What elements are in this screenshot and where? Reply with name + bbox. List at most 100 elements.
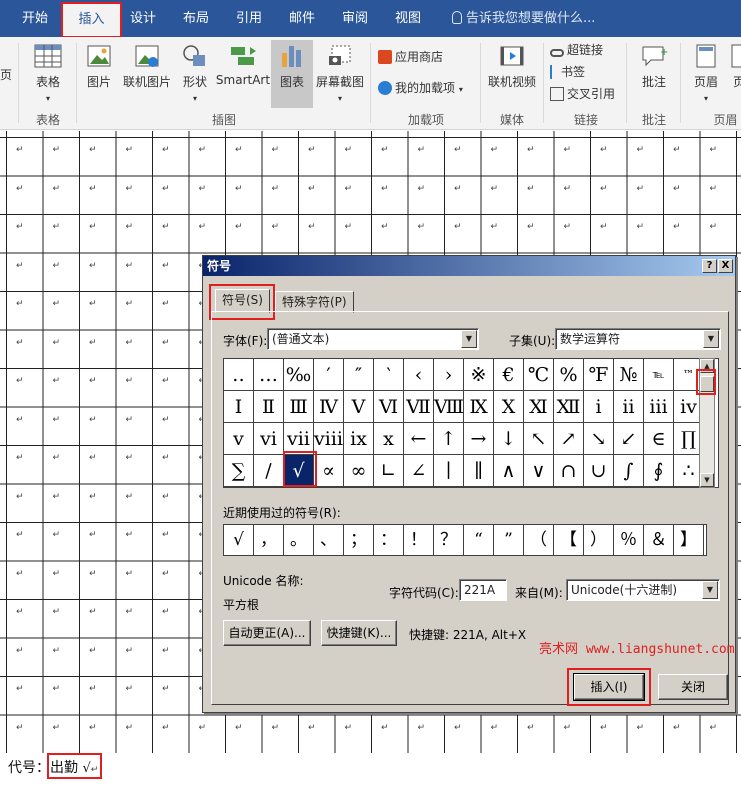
symbol-cell[interactable]: Ⅹ <box>494 391 524 423</box>
recent-symbol-cell[interactable]: “ <box>464 525 494 555</box>
from-select[interactable]: Unicode(十六进制) ▼ <box>566 579 720 601</box>
symbol-cell[interactable]: ∠ <box>404 455 434 487</box>
symbol-cell[interactable]: ⅱ <box>614 391 644 423</box>
symbol-cell[interactable]: › <box>434 359 464 391</box>
picture-button[interactable]: 图片 <box>82 43 116 90</box>
symbol-cell[interactable]: Ⅵ <box>374 391 404 423</box>
screenshot-button[interactable]: 屏幕截图 ▾ <box>314 43 366 104</box>
symbol-cell[interactable]: ∫ <box>614 455 644 487</box>
recent-symbol-cell[interactable]: ！ <box>404 525 434 555</box>
tab-view[interactable]: 视图 <box>384 0 432 37</box>
symbol-cell[interactable]: ⅰ <box>584 391 614 423</box>
shapes-button[interactable]: 形状 ▾ <box>178 43 212 104</box>
hyperlink-button[interactable]: 超链接 <box>550 40 603 60</box>
recent-symbol-cell[interactable]: ？ <box>434 525 464 555</box>
symbol-cell[interactable]: ↙ <box>614 423 644 455</box>
tab-review[interactable]: 审阅 <box>331 0 379 37</box>
table-button[interactable]: 表格 ▾ <box>28 43 68 104</box>
symbol-cell[interactable]: Ⅰ <box>224 391 254 423</box>
symbol-cell[interactable]: ‹ <box>404 359 434 391</box>
chevron-down-icon[interactable]: ▼ <box>461 330 477 348</box>
symbol-cell[interactable]: ↗ <box>554 423 584 455</box>
footer-button[interactable]: 页 <box>729 43 741 90</box>
tab-special-characters[interactable]: 特殊字符(P) <box>275 291 354 313</box>
symbol-cell[interactable]: ↑ <box>434 423 464 455</box>
symbol-cell[interactable]: ∣ <box>434 455 464 487</box>
symbol-cell[interactable]: ℃ <box>524 359 554 391</box>
scroll-down-icon[interactable]: ▼ <box>700 473 714 487</box>
tab-layout[interactable]: 布局 <box>172 0 220 37</box>
shortcut-key-button[interactable]: 快捷键(K)... <box>321 620 397 646</box>
recent-symbol-cell[interactable]: 】 <box>674 525 704 555</box>
symbol-cell[interactable]: ↓ <box>494 423 524 455</box>
symbol-cell[interactable]: ⅵ <box>254 423 284 455</box>
symbol-cell[interactable]: ∩ <box>554 455 584 487</box>
symbol-cell[interactable]: Ⅱ <box>254 391 284 423</box>
recent-symbol-cell[interactable]: 【 <box>554 525 584 555</box>
symbol-cell[interactable]: ↘ <box>584 423 614 455</box>
header-button[interactable]: 页眉 ▾ <box>688 43 724 104</box>
symbol-cell[interactable]: ※ <box>464 359 494 391</box>
symbol-cell[interactable]: ∑ <box>224 455 254 487</box>
symbol-cell[interactable]: ∧ <box>494 455 524 487</box>
symbol-cell[interactable]: ∞ <box>344 455 374 487</box>
symbol-cell[interactable]: ∝ <box>314 455 344 487</box>
chevron-down-icon[interactable]: ▼ <box>702 581 718 599</box>
symbol-cell[interactable]: ″ <box>344 359 374 391</box>
comment-button[interactable]: + 批注 <box>634 43 674 90</box>
char-code-input[interactable]: 221A <box>459 579 507 601</box>
symbol-cell[interactable]: ∈ <box>644 423 674 455</box>
symbol-cell[interactable]: ∟ <box>374 455 404 487</box>
symbol-cell[interactable]: % <box>554 359 584 391</box>
symbol-cell[interactable]: Ⅶ <box>404 391 434 423</box>
online-video-button[interactable]: 联机视频 <box>486 43 538 90</box>
font-select[interactable]: (普通文本) ▼ <box>267 328 479 350</box>
symbol-cell[interactable]: ℡ <box>644 359 674 391</box>
symbol-cell[interactable]: ∕ <box>254 455 284 487</box>
tell-me-box[interactable]: 告诉我您想要做什么... <box>452 0 595 37</box>
symbol-cell[interactable]: ∮ <box>644 455 674 487</box>
recent-symbol-cell[interactable]: ） <box>584 525 614 555</box>
online-picture-button[interactable]: 联机图片 <box>120 43 174 90</box>
recent-symbol-cell[interactable]: ％ <box>614 525 644 555</box>
symbol-cell[interactable]: ↖ <box>524 423 554 455</box>
symbol-cell[interactable]: ⅲ <box>644 391 674 423</box>
symbol-cell[interactable]: ⅴ <box>224 423 254 455</box>
tab-references[interactable]: 引用 <box>225 0 273 37</box>
symbol-cell[interactable]: ‥ <box>224 359 254 391</box>
symbol-cell[interactable]: ⅸ <box>344 423 374 455</box>
recent-symbol-cell[interactable]: ； <box>344 525 374 555</box>
recent-symbol-cell[interactable]: 、 <box>314 525 344 555</box>
close-x-button[interactable]: X <box>718 259 733 273</box>
symbol-cell[interactable]: Ⅺ <box>524 391 554 423</box>
symbol-cell[interactable]: ⅷ <box>314 423 344 455</box>
symbol-cell[interactable]: Ⅲ <box>284 391 314 423</box>
recent-symbol-cell[interactable]: （ <box>524 525 554 555</box>
symbol-cell[interactable]: ⅹ <box>374 423 404 455</box>
subset-select[interactable]: 数学运算符 ▼ <box>555 328 721 350</box>
symbol-cell[interactable]: ′ <box>314 359 344 391</box>
chevron-down-icon[interactable]: ▼ <box>703 330 719 348</box>
recent-symbol-cell[interactable]: ＆ <box>644 525 674 555</box>
symbol-cell[interactable]: ∨ <box>524 455 554 487</box>
symbol-cell[interactable]: ∪ <box>584 455 614 487</box>
tab-mailings[interactable]: 邮件 <box>278 0 326 37</box>
recent-symbol-cell[interactable]: ， <box>254 525 284 555</box>
smartart-button[interactable]: SmartArt <box>214 43 272 87</box>
recent-symbol-cell[interactable]: 。 <box>284 525 314 555</box>
close-button[interactable]: 关闭 <box>658 674 728 700</box>
symbol-cell[interactable]: ‰ <box>284 359 314 391</box>
symbol-cell[interactable]: ← <box>404 423 434 455</box>
symbol-cell[interactable]: ∥ <box>464 455 494 487</box>
recent-symbol-cell[interactable]: ： <box>374 525 404 555</box>
my-addins-button[interactable]: 我的加载项 ▾ <box>378 78 463 98</box>
symbol-cell[interactable]: € <box>494 359 524 391</box>
cross-reference-button[interactable]: 交叉引用 <box>550 84 615 104</box>
autocorrect-button[interactable]: 自动更正(A)... <box>223 620 311 646</box>
bookmark-button[interactable]: 书签 <box>550 62 585 82</box>
store-button[interactable]: 应用商店 <box>378 47 443 67</box>
recent-symbol-cell[interactable]: √ <box>224 525 254 555</box>
symbol-cell[interactable]: ℉ <box>584 359 614 391</box>
chart-button[interactable]: 图表 <box>272 43 312 90</box>
symbol-cell[interactable]: Ⅳ <box>314 391 344 423</box>
